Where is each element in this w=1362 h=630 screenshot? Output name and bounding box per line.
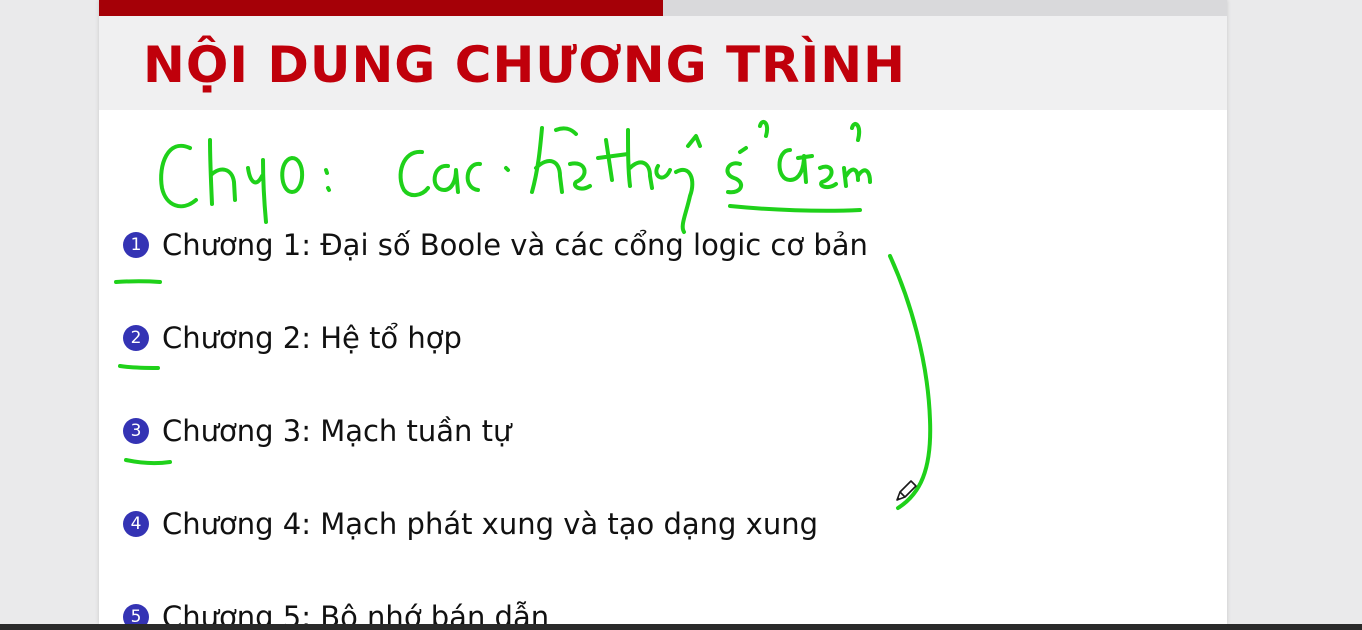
list-item: 3 Chương 3: Mạch tuần tự xyxy=(123,411,511,451)
bullet-number: 1 xyxy=(123,232,149,258)
slide-viewer: NỘI DUNG CHƯƠNG TRÌNH 1 Chương 1: Đại số… xyxy=(0,0,1362,630)
bullet-number: 5 xyxy=(123,604,149,624)
progress-bar xyxy=(99,0,1227,16)
list-item: 2 Chương 2: Hệ tổ hợp xyxy=(123,318,462,358)
bullet-number: 2 xyxy=(123,325,149,351)
list-item-text: Chương 3: Mạch tuần tự xyxy=(162,414,512,448)
list-item-text: Chương 5: Bộ nhớ bán dẫn xyxy=(162,600,550,624)
bullet-number: 4 xyxy=(123,511,149,537)
list-item: 1 Chương 1: Đại số Boole và các cổng log… xyxy=(123,225,868,265)
list-item-text: Chương 1: Đại số Boole và các cổng logic… xyxy=(162,228,868,262)
bullet-number: 3 xyxy=(123,418,149,444)
bottom-edge-bar xyxy=(0,624,1362,630)
title-band: NỘI DUNG CHƯƠNG TRÌNH xyxy=(99,16,1227,110)
list-item-text: Chương 4: Mạch phát xung và tạo dạng xun… xyxy=(162,507,818,541)
list-item: 4 Chương 4: Mạch phát xung và tạo dạng x… xyxy=(123,504,818,544)
slide-title: NỘI DUNG CHƯƠNG TRÌNH xyxy=(143,36,906,94)
pen-cursor-icon xyxy=(896,480,917,501)
progress-bar-fill xyxy=(99,0,663,16)
list-item-text: Chương 2: Hệ tổ hợp xyxy=(162,321,462,355)
slide: NỘI DUNG CHƯƠNG TRÌNH 1 Chương 1: Đại số… xyxy=(99,0,1227,624)
list-item: 5 Chương 5: Bộ nhớ bán dẫn xyxy=(123,597,549,624)
